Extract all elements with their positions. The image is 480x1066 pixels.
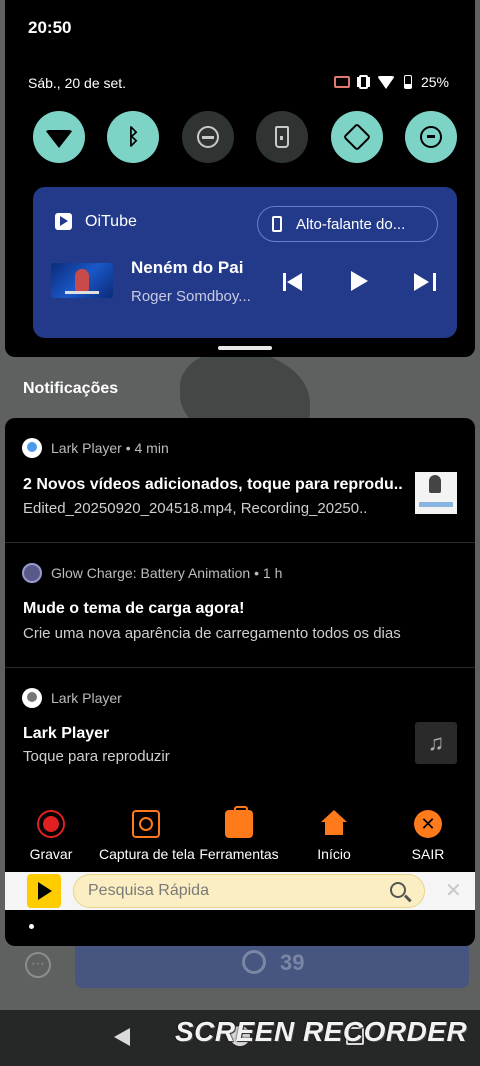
screenshot-button[interactable]: Captura de tela	[99, 810, 195, 862]
close-icon: ✕	[414, 810, 442, 838]
tile-wifi[interactable]	[33, 111, 85, 163]
watermark: SCREEN RECORDER	[175, 1016, 468, 1047]
tile-do-not-disturb[interactable]	[181, 111, 234, 163]
tools-label: Ferramentas	[199, 846, 279, 862]
tile-bluetooth[interactable]: ᛒ	[107, 111, 160, 163]
search-app-logo-icon[interactable]	[27, 874, 61, 908]
search-placeholder: Pesquisa Rápida	[88, 882, 209, 899]
exit-label: SAIR	[411, 846, 445, 862]
tools-button[interactable]: Ferramentas	[199, 806, 279, 862]
tile-auto-rotate[interactable]	[330, 111, 383, 163]
background-button-icon	[242, 950, 266, 974]
date[interactable]: Sáb., 20 de set.	[28, 75, 126, 91]
home-button[interactable]: Início	[309, 810, 359, 862]
play-icon[interactable]	[351, 271, 368, 291]
skip-next-icon[interactable]	[414, 272, 436, 292]
notification-app-name: Glow Charge: Battery Animation • 1 h	[51, 565, 283, 581]
wifi-signal-icon	[376, 75, 395, 89]
lark-player-icon	[22, 438, 42, 458]
media-app-name: OiTube	[85, 213, 137, 230]
tile-flashlight[interactable]	[256, 111, 309, 163]
notification-text: Toque para reproduzir	[23, 748, 170, 765]
quick-settings-tiles: ᛒ	[33, 111, 457, 163]
notification-title: 2 Novos vídeos adicionados, toque para r…	[23, 476, 403, 493]
glow-charge-icon	[22, 563, 42, 583]
record-label: Gravar	[29, 846, 73, 862]
home-label: Início	[317, 846, 351, 862]
search-input[interactable]: Pesquisa Rápida	[73, 874, 425, 908]
vibrate-icon	[358, 75, 368, 89]
exit-button[interactable]: ✕ SAIR	[403, 810, 453, 862]
close-search-icon[interactable]: ✕	[445, 878, 462, 903]
tile-data-saver[interactable]	[404, 111, 457, 163]
album-art	[51, 263, 113, 298]
status-icons: 25%	[333, 74, 449, 90]
flashlight-icon	[275, 126, 290, 148]
media-artist: Roger Somdboy...	[131, 288, 251, 305]
clock: 20:50	[28, 18, 72, 37]
notification-title: Lark Player	[23, 725, 110, 742]
audio-output-button[interactable]: Alto-falante do...	[257, 206, 438, 242]
notifications-header: Notificações	[23, 380, 119, 397]
notification-lark-videos[interactable]: Lark Player • 4 min 2 Novos vídeos adici…	[5, 418, 475, 542]
notification-glow-charge[interactable]: Glow Charge: Battery Animation • 1 h Mud…	[5, 542, 475, 667]
music-note-icon: ♫	[415, 722, 457, 764]
notification-title: Mude o tema de carga agora!	[23, 600, 245, 617]
back-icon[interactable]	[114, 1028, 130, 1046]
page-indicator-dot	[29, 924, 34, 929]
dnd-icon	[196, 126, 219, 148]
rotate-icon	[342, 122, 371, 152]
search-icon[interactable]	[390, 882, 406, 898]
skip-previous-icon[interactable]	[283, 272, 305, 292]
media-player-card[interactable]: OiTube Alto-falante do... Neném do Pai R…	[33, 187, 457, 338]
screenshot-label: Captura de tela	[99, 846, 195, 862]
quick-settings-panel: 20:50 Sáb., 20 de set. 25% ᛒ OiTube Alto…	[5, 0, 475, 357]
phone-icon	[272, 216, 282, 232]
video-thumbnail	[415, 472, 457, 514]
screenshot-icon	[132, 810, 160, 838]
record-icon	[37, 810, 65, 838]
battery-percentage: 25%	[420, 74, 449, 90]
notification-text: Crie uma nova aparência de carregamento …	[23, 625, 401, 642]
media-title: Neném do Pai	[131, 258, 244, 277]
background-more-icon: ⋯	[25, 952, 51, 978]
house-icon	[320, 810, 348, 838]
shade-drag-handle[interactable]	[218, 346, 272, 350]
notification-app-name: Lark Player • 4 min	[51, 440, 169, 456]
audio-output-label: Alto-falante do...	[296, 215, 406, 233]
toolbox-icon	[225, 806, 253, 838]
notification-text: Edited_20250920_204518.mp4, Recording_20…	[23, 500, 368, 517]
sync-icon	[419, 126, 442, 148]
background-button-text: 39	[280, 950, 305, 975]
oitube-icon	[55, 213, 72, 230]
lark-player-icon	[22, 688, 42, 708]
record-button[interactable]: Gravar	[25, 810, 77, 862]
recorder-toolbar: Gravar Captura de tela Ferramentas Iníci…	[5, 792, 475, 872]
battery-icon	[403, 75, 412, 89]
notification-app-name: Lark Player	[51, 690, 122, 706]
quick-search-bar: Pesquisa Rápida ✕	[5, 872, 475, 910]
wifi-icon	[45, 130, 73, 148]
notification-list: Lark Player • 4 min 2 Novos vídeos adici…	[5, 418, 475, 946]
bluetooth-icon: ᛒ	[126, 124, 140, 149]
cast-icon	[333, 76, 350, 88]
